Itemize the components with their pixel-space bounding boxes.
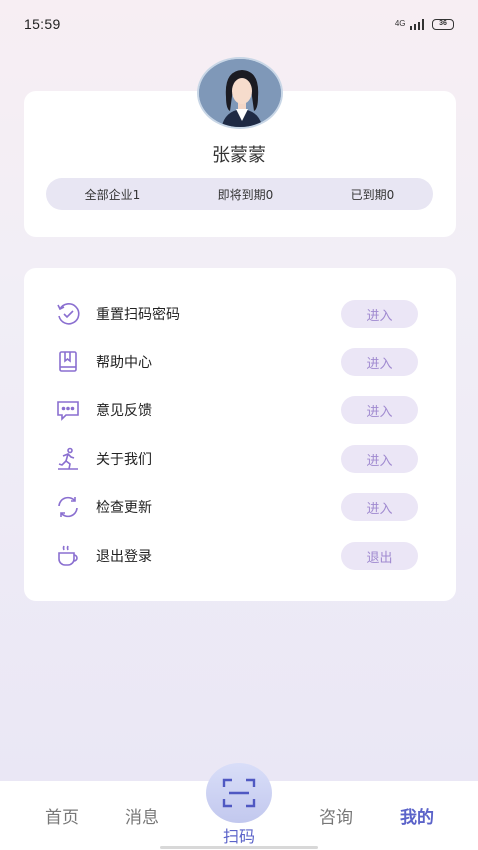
coffee-cup-icon [54,542,82,570]
menu-item-about-us[interactable]: 关于我们 进入 [24,444,456,474]
tab-mine[interactable]: 我的 [387,803,447,828]
menu-item-label: 意见反馈 [96,403,152,419]
scan-icon [222,778,256,808]
battery-icon: 36 [432,18,454,30]
status-bar: 15:59 4G 36 [0,0,478,48]
menu-item-label: 帮助中心 [96,355,152,371]
avatar[interactable] [197,57,283,129]
menu-item-reset-scan-password[interactable]: 重置扫码密码 进入 [24,299,456,329]
tab-consult[interactable]: 咨询 [306,803,366,828]
enter-button[interactable]: 进入 [341,396,418,424]
enter-button[interactable]: 进入 [341,300,418,328]
menu-item-feedback[interactable]: 意见反馈 进入 [24,395,456,425]
user-name: 张蒙蒙 [212,145,266,166]
tab-scan[interactable]: 扫码 [209,823,269,847]
menu-card: 重置扫码密码 进入 帮助中心 进入 意见反馈 进入 关于我们 进入 检查更新 进… [24,268,456,601]
menu-item-label: 退出登录 [96,549,152,565]
stat-all-companies[interactable]: 全部企业1 [75,186,151,203]
company-stats-bar: 全部企业1 即将到期0 已到期0 [46,178,433,210]
menu-item-help-center[interactable]: 帮助中心 进入 [24,347,456,377]
home-indicator [160,846,318,849]
enter-button[interactable]: 进入 [341,493,418,521]
menu-item-label: 重置扫码密码 [96,307,180,323]
status-icons: 4G 36 [394,18,454,30]
book-icon [54,348,82,376]
menu-item-label: 关于我们 [96,452,152,468]
refresh-icon [54,493,82,521]
stat-expiring-soon[interactable]: 即将到期0 [208,186,284,203]
running-person-icon [54,445,82,473]
menu-item-logout[interactable]: 退出登录 退出 [24,541,456,571]
stat-expired[interactable]: 已到期0 [341,186,405,203]
enter-button[interactable]: 进入 [341,445,418,473]
signal-icon [409,18,424,30]
tab-messages[interactable]: 消息 [112,803,172,828]
logout-button[interactable]: 退出 [341,542,418,570]
scan-button[interactable] [206,763,272,823]
chat-bubble-icon [54,396,82,424]
enter-button[interactable]: 进入 [341,348,418,376]
status-time: 15:59 [24,16,61,32]
reset-check-icon [54,300,82,328]
menu-item-label: 检查更新 [96,500,152,516]
menu-item-check-update[interactable]: 检查更新 进入 [24,492,456,522]
network-type-label: 4G [394,19,406,28]
tab-home[interactable]: 首页 [32,803,92,828]
